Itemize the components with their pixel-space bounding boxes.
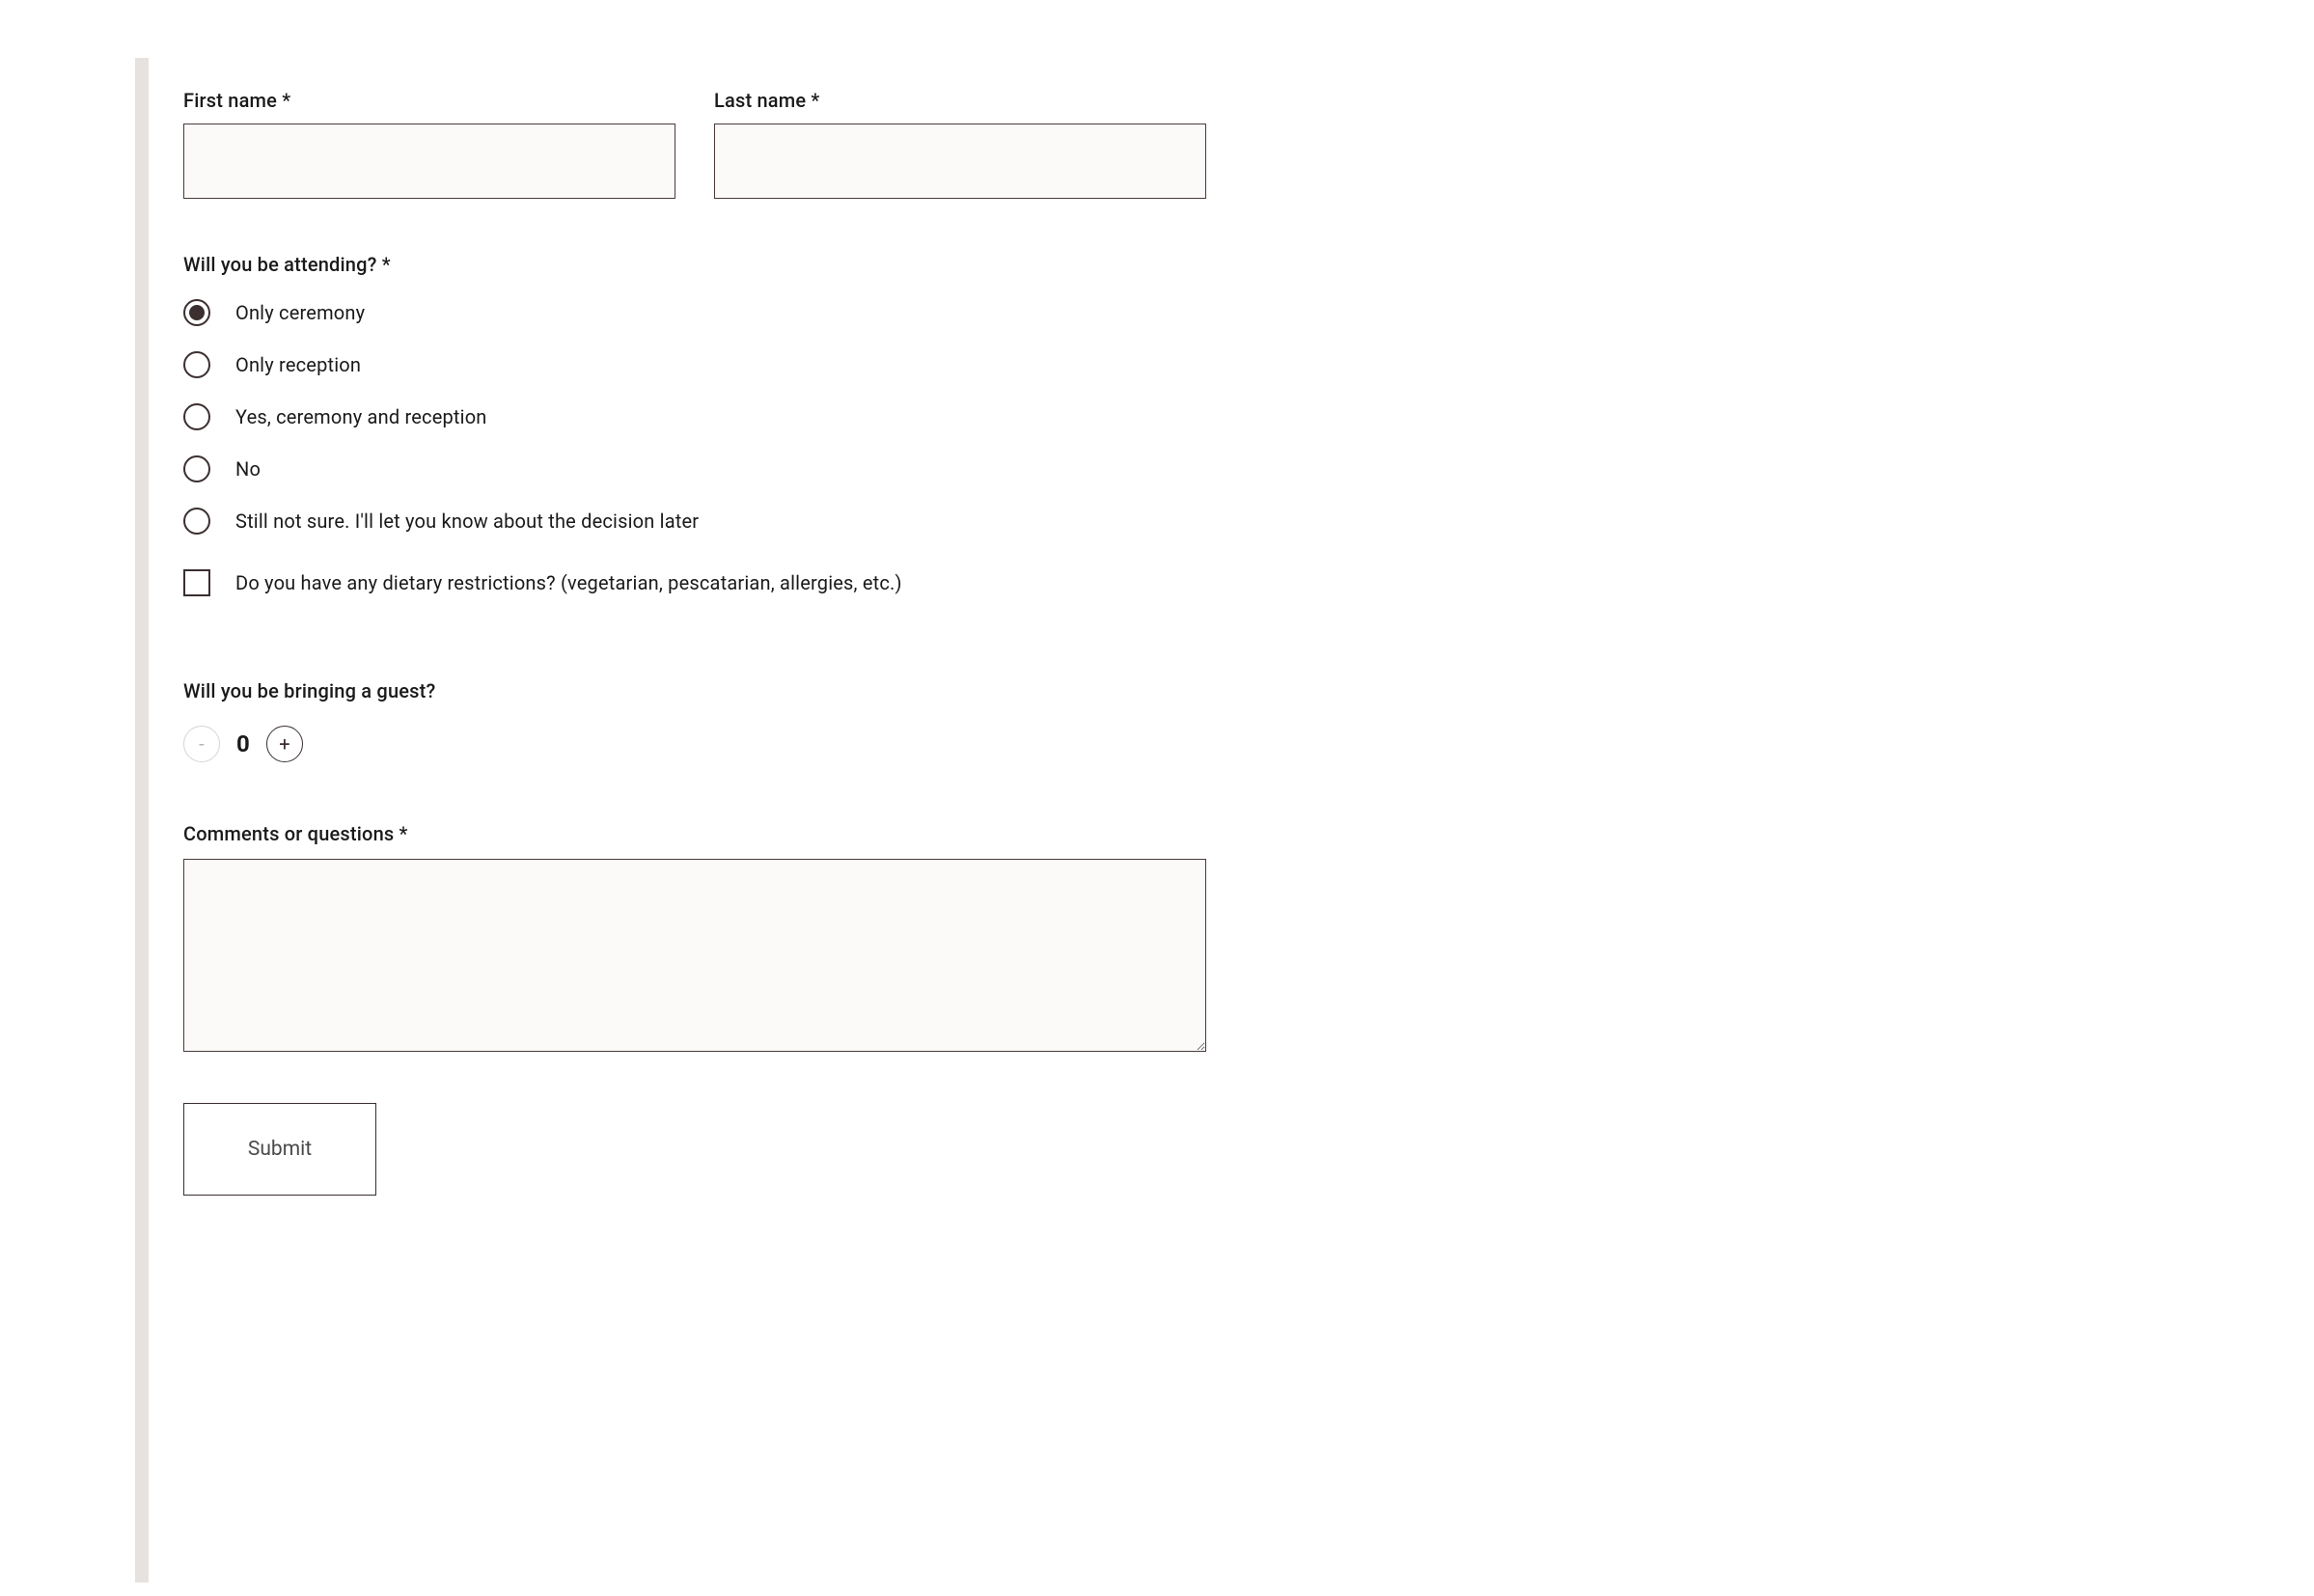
- name-row: First name * Last name *: [183, 89, 1631, 199]
- radio-icon: [183, 351, 210, 378]
- guest-label: Will you be bringing a guest?: [183, 679, 1631, 702]
- stepper-plus-button[interactable]: +: [266, 726, 303, 762]
- dietary-label: Do you have any dietary restrictions? (v…: [235, 571, 902, 594]
- comments-section: Comments or questions *: [183, 822, 1631, 1057]
- radio-label: Still not sure. I'll let you know about …: [235, 509, 699, 533]
- radio-label: No: [235, 457, 261, 481]
- radio-label: Yes, ceremony and reception: [235, 405, 487, 428]
- last-name-input[interactable]: [714, 124, 1206, 199]
- rsvp-form: First name * Last name * Will you be att…: [183, 89, 1631, 1196]
- first-name-field: First name *: [183, 89, 675, 199]
- quantity-stepper: - 0 +: [183, 726, 1631, 762]
- radio-icon: [183, 403, 210, 430]
- first-name-label: First name *: [183, 89, 675, 112]
- stepper-value: 0: [234, 730, 253, 757]
- radio-label: Only reception: [235, 353, 361, 376]
- radio-only-ceremony[interactable]: Only ceremony: [183, 299, 1631, 326]
- last-name-field: Last name *: [714, 89, 1206, 199]
- submit-button[interactable]: Submit: [183, 1103, 376, 1196]
- attending-label: Will you be attending? *: [183, 253, 1631, 276]
- dietary-checkbox-row[interactable]: Do you have any dietary restrictions? (v…: [183, 569, 1631, 596]
- radio-not-sure[interactable]: Still not sure. I'll let you know about …: [183, 508, 1631, 535]
- attending-section: Will you be attending? * Only ceremony O…: [183, 253, 1631, 535]
- page: First name * Last name * Will you be att…: [0, 0, 2314, 1596]
- radio-both[interactable]: Yes, ceremony and reception: [183, 403, 1631, 430]
- radio-label: Only ceremony: [235, 301, 365, 324]
- plus-icon: +: [279, 734, 290, 754]
- minus-icon: -: [199, 734, 205, 754]
- checkbox-icon: [183, 569, 210, 596]
- radio-icon: [183, 299, 210, 326]
- guest-section: Will you be bringing a guest? - 0 +: [183, 679, 1631, 762]
- attending-radio-group: Only ceremony Only reception Yes, ceremo…: [183, 299, 1631, 535]
- comments-textarea[interactable]: [183, 859, 1206, 1052]
- stepper-minus-button[interactable]: -: [183, 726, 220, 762]
- first-name-input[interactable]: [183, 124, 675, 199]
- comments-label: Comments or questions *: [183, 822, 1631, 845]
- radio-icon: [183, 455, 210, 482]
- radio-icon: [183, 508, 210, 535]
- last-name-label: Last name *: [714, 89, 1206, 112]
- side-rail: [135, 58, 149, 1582]
- radio-only-reception[interactable]: Only reception: [183, 351, 1631, 378]
- radio-no[interactable]: No: [183, 455, 1631, 482]
- submit-label: Submit: [248, 1138, 312, 1161]
